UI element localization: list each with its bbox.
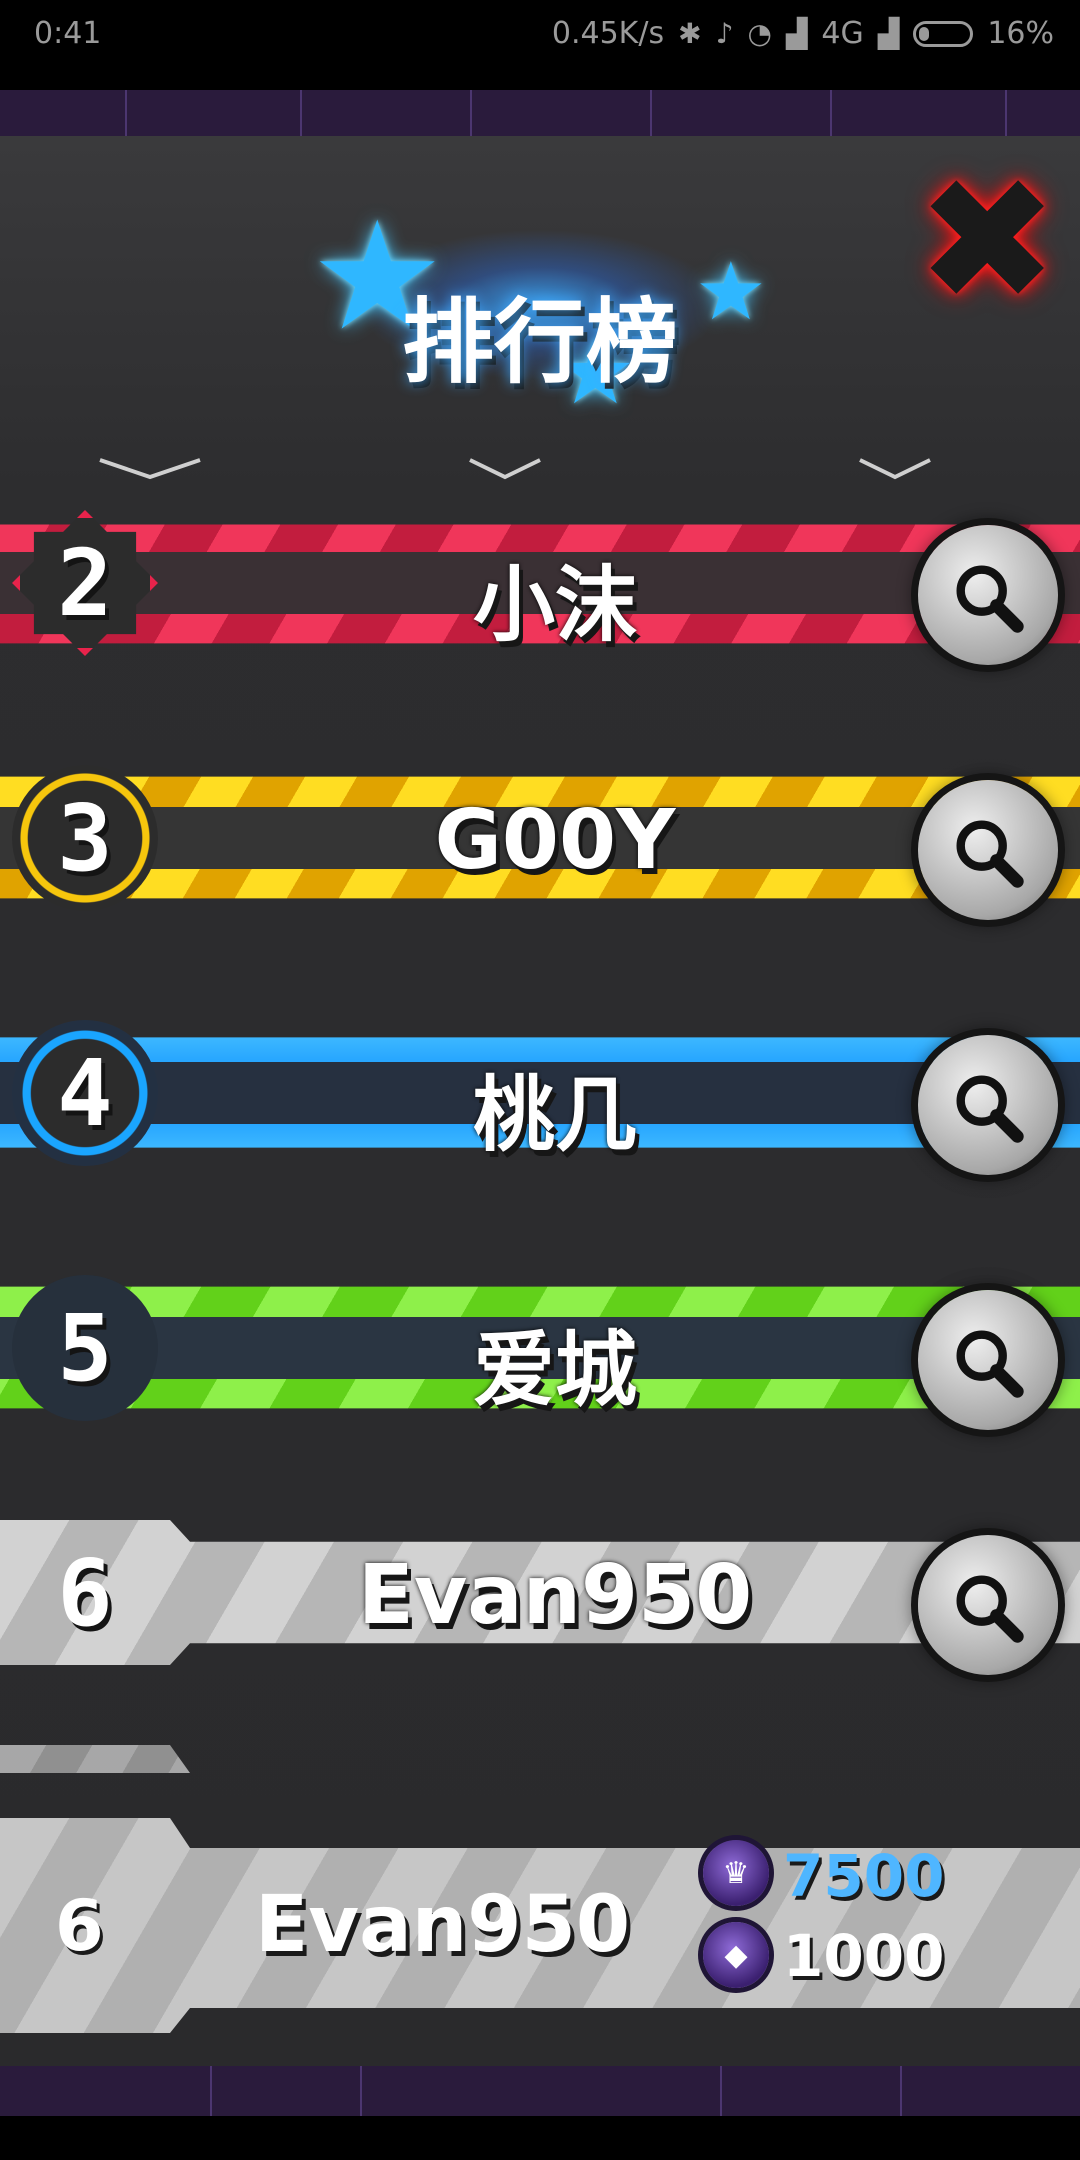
primary-score: 7500 <box>783 1842 945 1910</box>
close-button[interactable]: ✖ <box>910 142 1060 340</box>
my-rank-row: 6 Evan950 ♛ 7500 ◆ 1000 <box>0 1800 1080 2045</box>
player-name: 爱城 <box>472 1323 637 1418</box>
gem-coin-icon: ◆ <box>703 1922 769 1988</box>
rank-badge: 6 <box>12 1520 158 1666</box>
signal-icon: ▟ <box>785 17 808 50</box>
player-name: Evan950 <box>357 1548 753 1643</box>
player-name: 小沫 <box>472 558 637 653</box>
bluetooth-icon: ✱ <box>678 17 702 50</box>
status-icons: 0.45K/s ✱ ♪ ◔ ▟ 4G ▟ 16% <box>552 16 1054 51</box>
view-player-button[interactable] <box>918 780 1058 920</box>
rank-number: 4 <box>57 1039 113 1147</box>
bottom-frame <box>0 2066 1080 2116</box>
view-player-button[interactable] <box>918 1290 1058 1430</box>
network-type: 4G <box>821 16 864 51</box>
status-time: 0:41 <box>34 16 102 51</box>
leaderboard-row[interactable]: 5 爱城 <box>0 1245 1080 1445</box>
rank-badge: 3 <box>12 765 158 911</box>
leaderboard-row[interactable]: 6 Evan950 <box>0 1490 1080 1690</box>
trophy-coin-icon: ♛ <box>703 1840 769 1906</box>
view-player-button[interactable] <box>918 1035 1058 1175</box>
page-title: 排行榜 <box>401 289 678 396</box>
rank-number: 5 <box>57 1294 113 1402</box>
navigation-bar <box>0 2116 1080 2160</box>
player-name: 桃几 <box>472 1068 637 1163</box>
net-speed: 0.45K/s <box>551 16 665 51</box>
signal-icon-2: ▟ <box>877 17 900 50</box>
magnifier-icon <box>956 1075 1024 1143</box>
leaderboard-row[interactable]: 3 G00Y <box>0 735 1080 935</box>
top-frame <box>0 90 1080 136</box>
leaderboard-header: ★ ★ ★ 排行榜 <box>300 190 780 430</box>
rank-number: 6 <box>57 1539 113 1647</box>
mute-bell-icon: ♪ <box>715 17 734 50</box>
close-icon: ✖ <box>916 142 1059 340</box>
view-player-button[interactable] <box>918 525 1058 665</box>
magnifier-icon <box>956 1575 1024 1643</box>
my-rank-number: 6 <box>55 1885 104 1967</box>
view-player-button[interactable] <box>918 1535 1058 1675</box>
my-player-name: Evan950 <box>255 1880 631 1970</box>
player-name: G00Y <box>434 793 676 888</box>
rank-badge: 5 <box>12 1275 158 1421</box>
leaderboard-row[interactable]: 4 桃几 <box>0 990 1080 1190</box>
rank-number: 3 <box>57 784 113 892</box>
leaderboard-row[interactable]: 2 小沫 <box>0 480 1080 680</box>
secondary-score: 1000 <box>783 1922 945 1990</box>
alarm-icon: ◔ <box>747 17 772 50</box>
magnifier-icon <box>956 565 1024 633</box>
battery-level: 16% <box>987 16 1054 51</box>
rank-number: 2 <box>57 529 113 637</box>
magnifier-icon <box>956 1330 1024 1398</box>
battery-icon <box>913 20 974 47</box>
magnifier-icon <box>956 820 1024 888</box>
status-bar: 0:41 0.45K/s ✱ ♪ ◔ ▟ 4G ▟ 16% <box>0 0 1080 90</box>
rank-badge: 4 <box>12 1020 158 1166</box>
